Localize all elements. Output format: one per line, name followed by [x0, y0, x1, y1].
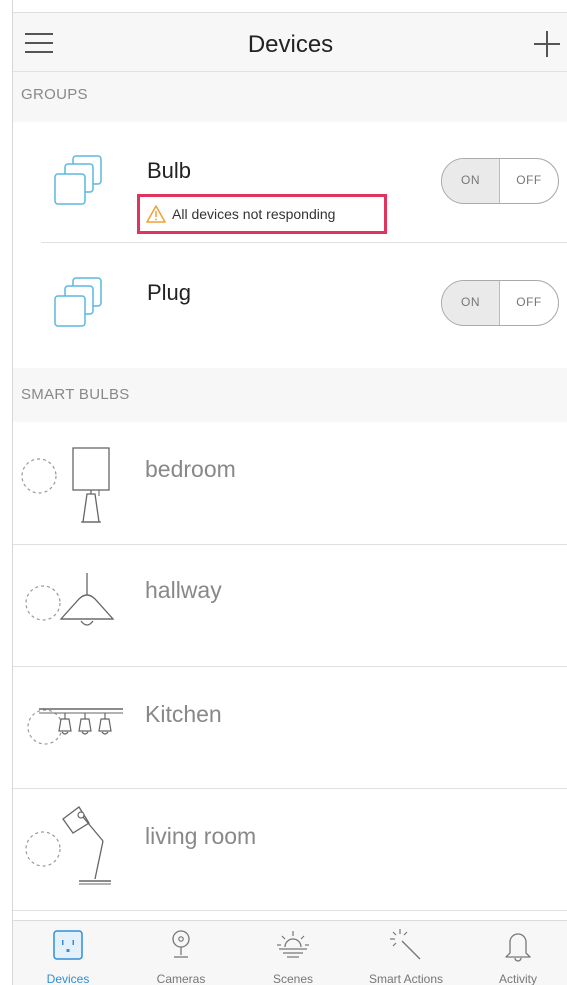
- group-icon: [54, 155, 102, 205]
- table-lamp-icon: [21, 447, 110, 523]
- group-icon: [54, 277, 102, 327]
- bottom-tab-bar: Devices Cameras Scenes Smart Actions Act…: [13, 920, 567, 985]
- toggle-on-button[interactable]: ON: [442, 159, 500, 203]
- bulb-name: living room: [145, 823, 257, 849]
- tab-label: Activity: [498, 972, 537, 985]
- outlet-icon: [53, 930, 83, 960]
- bulb-row-living-room[interactable]: living room: [13, 789, 567, 911]
- bulb-name: Kitchen: [145, 701, 222, 727]
- tab-label: Devices: [46, 972, 90, 985]
- tab-cameras[interactable]: Cameras: [131, 921, 231, 985]
- toggle-on-button[interactable]: ON: [442, 281, 500, 325]
- magic-wand-icon: [390, 929, 421, 960]
- bulb-name: hallway: [145, 577, 222, 603]
- tab-label: Cameras: [156, 972, 206, 985]
- track-light-icon: [27, 708, 123, 745]
- groups-heading: GROUPS: [21, 86, 88, 103]
- toggle-off-button[interactable]: OFF: [500, 281, 558, 325]
- tab-smart-actions[interactable]: Smart Actions: [356, 921, 456, 985]
- divider: [13, 910, 567, 911]
- bulb-row-hallway[interactable]: hallway: [13, 545, 567, 667]
- smart-bulbs-section-header: SMART BULBS: [13, 368, 567, 422]
- bulb-row-kitchen[interactable]: Kitchen: [13, 667, 567, 789]
- warning-text: All devices not responding: [172, 206, 336, 222]
- bell-icon: [505, 933, 531, 962]
- tab-scenes[interactable]: Scenes: [243, 921, 343, 985]
- camera-icon: [172, 930, 190, 958]
- tab-label: Smart Actions: [368, 972, 444, 985]
- group-name: Bulb: [147, 158, 192, 183]
- smart-bulbs-heading: SMART BULBS: [21, 386, 130, 403]
- tab-label: Scenes: [272, 972, 314, 985]
- devices-screen: Devices GROUPS Bulb ON OFF All devices n…: [12, 0, 567, 985]
- toggle-off-button[interactable]: OFF: [500, 159, 558, 203]
- page-title: Devices: [247, 31, 334, 58]
- divider: [41, 242, 567, 243]
- plug-group-toggle[interactable]: ON OFF: [441, 280, 559, 326]
- groups-section-header: GROUPS: [13, 72, 567, 122]
- group-row-plug[interactable]: Plug ON OFF: [13, 244, 567, 366]
- tab-devices[interactable]: Devices: [18, 921, 118, 985]
- bulb-group-toggle[interactable]: ON OFF: [441, 158, 559, 204]
- group-name: Plug: [147, 280, 192, 305]
- pendant-lamp-icon: [25, 573, 115, 626]
- bulb-row-bedroom[interactable]: bedroom: [13, 422, 567, 544]
- tab-activity[interactable]: Activity: [468, 921, 567, 985]
- warning-icon: [146, 205, 166, 223]
- top-bar: Devices: [13, 12, 567, 72]
- desk-lamp-icon: [25, 806, 111, 885]
- bulb-name: bedroom: [145, 456, 236, 482]
- sunrise-icon: [277, 931, 309, 958]
- warning-badge: All devices not responding: [137, 194, 387, 234]
- add-device-icon[interactable]: [534, 31, 560, 57]
